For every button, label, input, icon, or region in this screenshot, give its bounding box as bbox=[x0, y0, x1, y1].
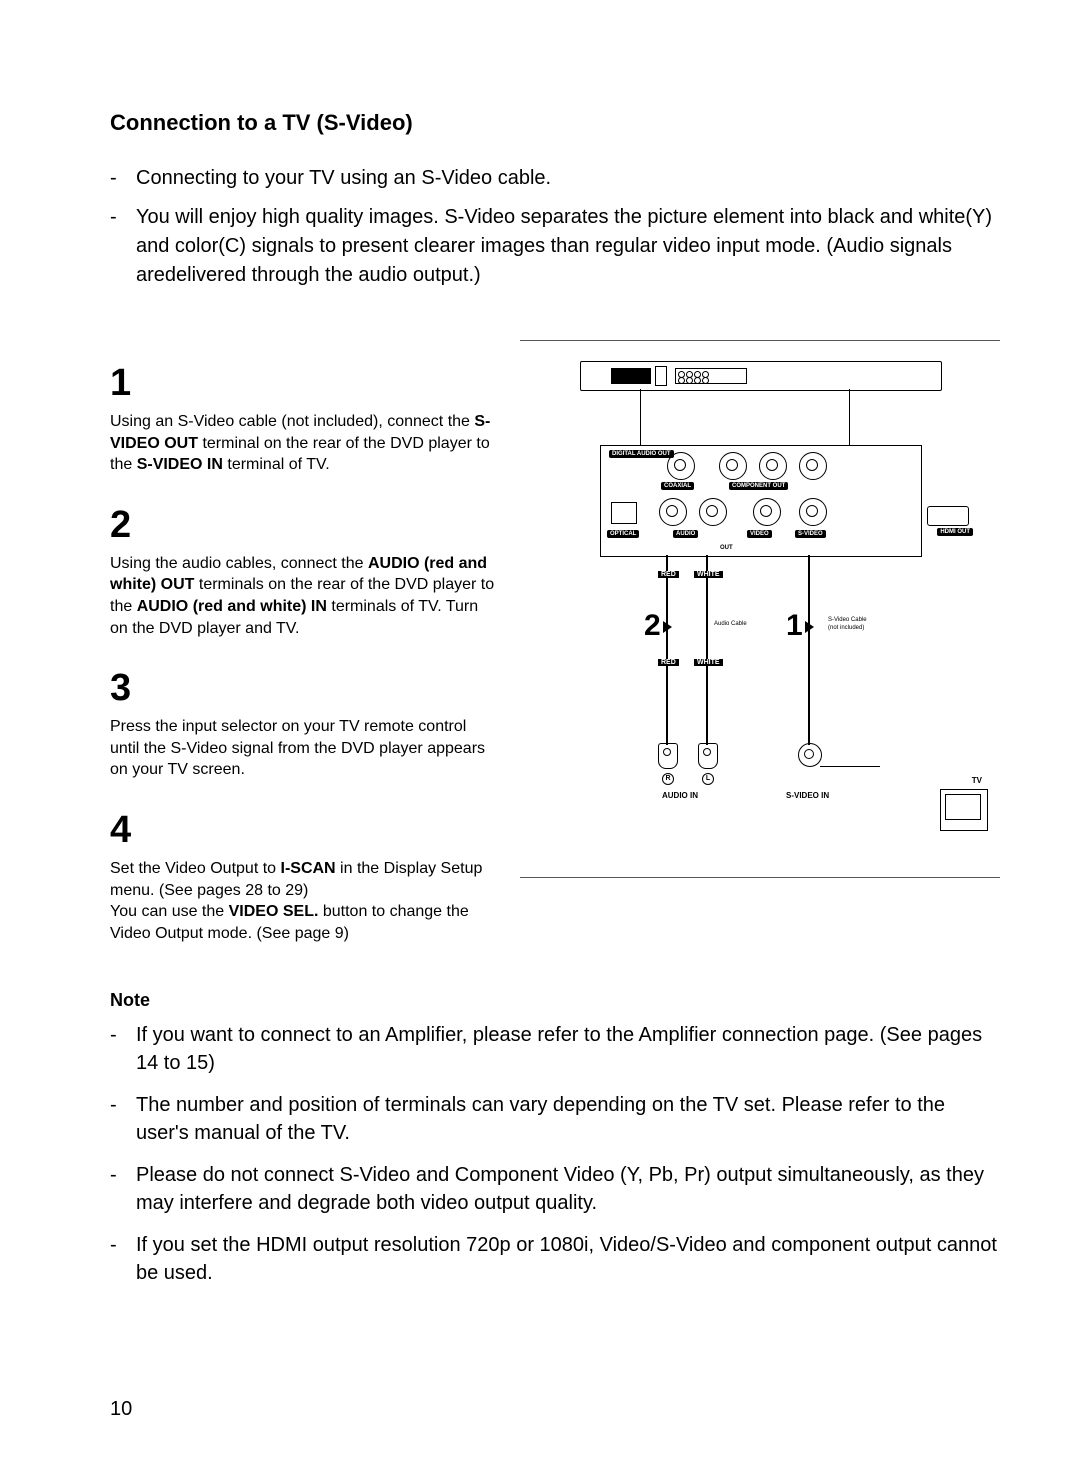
step-text: Set the Video Output to I-SCAN in the Di… bbox=[110, 858, 500, 944]
jack-icon bbox=[799, 452, 827, 480]
jack-icon bbox=[719, 452, 747, 480]
label-audio-in: AUDIO IN bbox=[662, 791, 698, 800]
step-number: 3 bbox=[110, 667, 500, 710]
label-r: R bbox=[662, 773, 674, 785]
optical-port-icon bbox=[611, 502, 637, 524]
note-item: Please do not connect S-Video and Compon… bbox=[136, 1161, 1000, 1217]
label-red: RED bbox=[658, 571, 679, 578]
intro-block: -Connecting to your TV using an S-Video … bbox=[110, 164, 1000, 290]
label-svideo: S-VIDEO bbox=[795, 530, 826, 538]
svideo-plug-icon bbox=[798, 743, 822, 767]
step-number: 4 bbox=[110, 809, 500, 852]
jack-icon bbox=[759, 452, 787, 480]
hdmi-port-icon bbox=[927, 506, 969, 526]
label-audio-cable: Audio Cable bbox=[714, 621, 747, 627]
note-item: The number and position of terminals can… bbox=[136, 1091, 1000, 1147]
arrow-right-icon bbox=[663, 621, 672, 633]
label-component-out: COMPONENT OUT bbox=[729, 482, 788, 490]
label-out: OUT bbox=[717, 544, 736, 552]
steps-column: 1 Using an S-Video cable (not included),… bbox=[110, 340, 500, 972]
label-red: RED bbox=[658, 659, 679, 666]
jack-icon bbox=[753, 498, 781, 526]
label-hdmi-out: HDMI OUT bbox=[937, 528, 973, 536]
intro-item: Connecting to your TV using an S-Video c… bbox=[136, 164, 551, 193]
bullet-dash: - bbox=[110, 1021, 136, 1077]
diagram-column: DIGITAL AUDIO OUT COAXIAL COMPONENT OUT … bbox=[520, 340, 1000, 972]
jack-icon bbox=[667, 452, 695, 480]
label-not-included: (not included) bbox=[828, 625, 864, 631]
note-item: If you want to connect to an Amplifier, … bbox=[136, 1021, 1000, 1077]
diagram-marker-2: 2 bbox=[644, 609, 672, 643]
divider bbox=[520, 340, 1000, 341]
zoom-lines-icon bbox=[640, 389, 850, 445]
step-text: Using the audio cables, connect the AUDI… bbox=[110, 553, 500, 639]
label-white: WHITE bbox=[694, 659, 723, 666]
audio-wire-r-icon bbox=[666, 555, 668, 745]
bullet-dash: - bbox=[110, 164, 136, 193]
label-digital-audio-out: DIGITAL AUDIO OUT bbox=[609, 450, 674, 458]
note-heading: Note bbox=[110, 990, 1000, 1011]
svideo-jack-icon bbox=[799, 498, 827, 526]
note-item: If you set the HDMI output resolution 72… bbox=[136, 1231, 1000, 1287]
jack-icon bbox=[659, 498, 687, 526]
label-white: WHITE bbox=[694, 571, 723, 578]
svideo-wire-icon bbox=[808, 555, 810, 745]
rca-plug-icon bbox=[698, 743, 718, 769]
label-coaxial: COAXIAL bbox=[661, 482, 694, 490]
bullet-dash: - bbox=[110, 1161, 136, 1217]
jack-icon bbox=[699, 498, 727, 526]
rca-plug-icon bbox=[658, 743, 678, 769]
label-audio: AUDIO bbox=[673, 530, 698, 538]
step-text: Using an S-Video cable (not included), c… bbox=[110, 411, 500, 476]
tv-icon bbox=[940, 789, 988, 831]
label-tv: TV bbox=[972, 776, 982, 785]
audio-wire-l-icon bbox=[706, 555, 708, 745]
label-video: VIDEO bbox=[747, 530, 772, 538]
arrow-right-icon bbox=[805, 621, 814, 633]
bullet-dash: - bbox=[110, 1231, 136, 1287]
step-number: 1 bbox=[110, 362, 500, 405]
terminal-panel-icon: DIGITAL AUDIO OUT COAXIAL COMPONENT OUT … bbox=[600, 445, 922, 557]
section-title: Connection to a TV (S-Video) bbox=[110, 110, 1000, 136]
label-l: L bbox=[702, 773, 714, 785]
leader-line-icon bbox=[820, 766, 880, 767]
label-svideo-cable: S-Video Cable bbox=[828, 617, 867, 623]
page-number: 10 bbox=[110, 1398, 132, 1421]
label-optical: OPTICAL bbox=[607, 530, 639, 538]
bullet-dash: - bbox=[110, 203, 136, 290]
step-text: Press the input selector on your TV remo… bbox=[110, 716, 500, 781]
dvd-player-rear-icon bbox=[580, 361, 942, 391]
connection-diagram: DIGITAL AUDIO OUT COAXIAL COMPONENT OUT … bbox=[580, 361, 940, 841]
label-svideo-in: S-VIDEO IN bbox=[786, 791, 829, 800]
diagram-marker-1: 1 bbox=[786, 609, 814, 643]
bullet-dash: - bbox=[110, 1091, 136, 1147]
notes-block: -If you want to connect to an Amplifier,… bbox=[110, 1021, 1000, 1287]
divider bbox=[520, 877, 1000, 878]
step-number: 2 bbox=[110, 504, 500, 547]
intro-item: You will enjoy high quality images. S-Vi… bbox=[136, 203, 1000, 290]
